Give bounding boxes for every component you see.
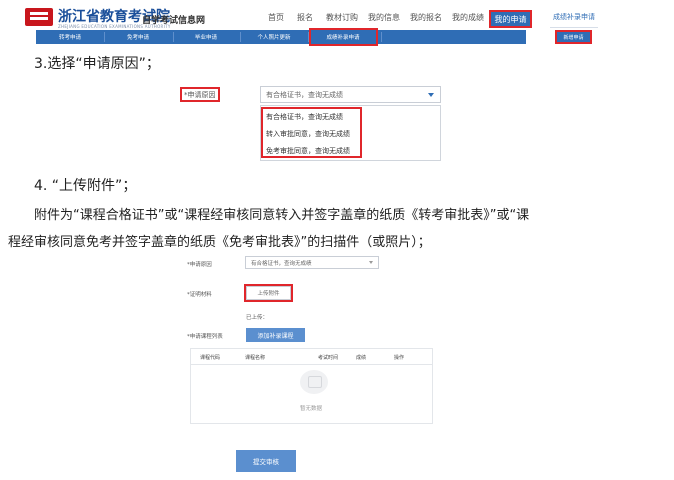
submit-review-button[interactable]: 提交审核 [236, 450, 296, 472]
step4-heading: 4. “上传附件”； [34, 178, 137, 194]
site-logo-icon [25, 8, 53, 26]
nav-register[interactable]: 报名 [297, 12, 313, 28]
add-course-button[interactable]: 添加补录课程 [246, 328, 305, 342]
step3-heading: 3.选择“申请原因”； [34, 56, 160, 72]
subnav-photo-update[interactable]: 个人照片更新 [244, 30, 304, 44]
nav-my-scores[interactable]: 我的成绩 [452, 12, 484, 28]
course-list-label: *申请课程列表 [187, 334, 223, 340]
nav-my-registration[interactable]: 我的报名 [410, 12, 442, 28]
nav-home[interactable]: 首页 [268, 12, 284, 28]
nav-textbook-order[interactable]: 教材订购 [326, 12, 358, 28]
subnav-exemption-application[interactable]: 免考申请 [108, 30, 168, 44]
highlight-box [261, 107, 362, 158]
reason-field-label: *申请原因 [187, 262, 212, 268]
highlight-box [244, 284, 293, 302]
subnav-transfer-application[interactable]: 转考申请 [40, 30, 100, 44]
reason-select-value: 有合格证书，查询无成绩 [251, 260, 312, 267]
nav-my-applications[interactable]: 我的申请 [489, 10, 532, 28]
subnav-divider [173, 32, 174, 42]
reason-select[interactable]: 有合格证书，查询无成绩 [260, 86, 441, 103]
highlight-box [309, 28, 378, 46]
step4-description-line2: 程经审核同意免考并签字盖章的纸质《免考审批表》”的扫描件（或照片）； [8, 235, 431, 250]
empty-box-icon [300, 370, 328, 394]
subnav-graduation-application[interactable]: 毕业申请 [176, 30, 236, 44]
proof-field-label: *证明材料 [187, 292, 212, 298]
site-slogan: 自学考试信息网 [142, 16, 206, 26]
reason-select-value: 有合格证书，查询无成绩 [266, 90, 343, 99]
table-header-exam-time: 考试时间 [318, 355, 339, 361]
new-application-button[interactable]: 新增申请 [555, 30, 592, 44]
table-header-actions: 操作 [394, 355, 405, 361]
subnav-divider [104, 32, 105, 42]
sidebar-title: 成绩补录申请 [553, 13, 595, 21]
empty-state-text: 暂无数据 [300, 406, 323, 412]
subnav-divider [381, 32, 382, 42]
uploaded-files-label: 已上传： [246, 315, 269, 321]
sidebar-divider [550, 27, 598, 28]
chevron-down-icon [369, 261, 373, 264]
subnav-divider [240, 32, 241, 42]
table-header-course-name: 课程名称 [245, 355, 266, 361]
nav-my-info[interactable]: 我的信息 [368, 12, 400, 28]
step4-description-line1: 附件为“课程合格证书”或“课程经审核同意转入并签字盖章的纸质《转考审批表》”或“… [34, 208, 530, 223]
table-header-score: 成绩 [356, 355, 367, 361]
reason-select[interactable]: 有合格证书，查询无成绩 [245, 256, 379, 269]
table-header-course-code: 课程代码 [200, 355, 221, 361]
table-header-divider [190, 364, 433, 365]
chevron-down-icon [428, 93, 434, 97]
highlight-box [180, 87, 220, 102]
